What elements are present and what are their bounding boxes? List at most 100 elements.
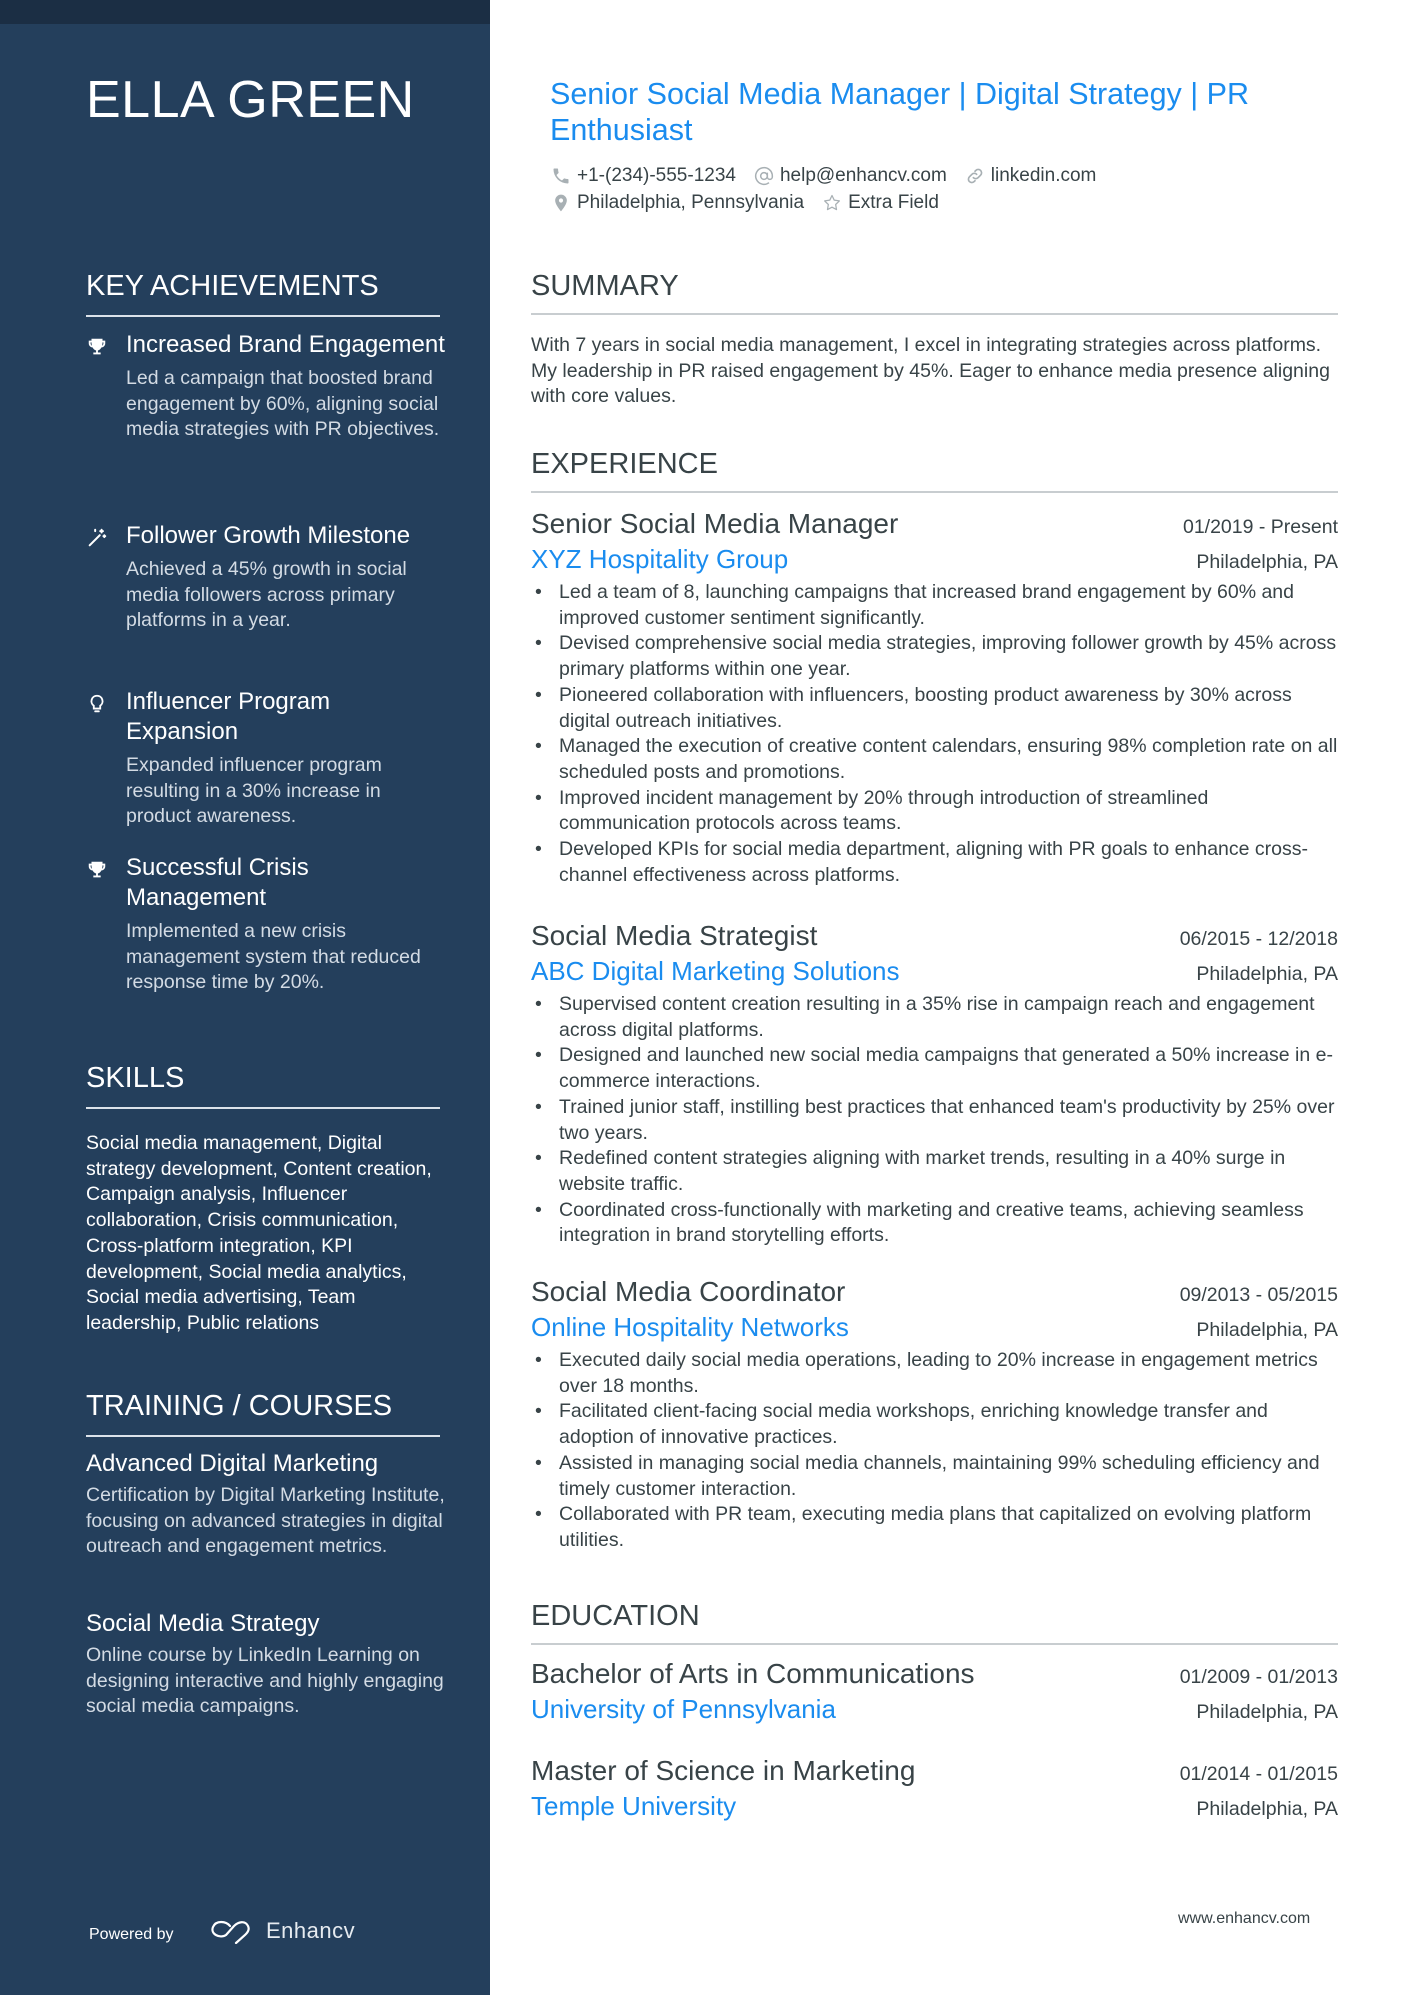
achievement-title: Follower Growth Milestone [126,522,411,549]
bullet-text: Designed and launched new social media c… [559,1044,1333,1093]
bullet-item: • Devised comprehensive social media stra… [535,632,1337,681]
achievement-description: Achieved a 45% growth in social media fo… [126,558,407,632]
lightbulb-icon [86,693,108,715]
bullet-item: • Redefined content strategies aligning w… [535,1147,1286,1195]
achievement-title: Successful Crisis Management [126,854,309,911]
achievement-title: Influencer Program Expansion [126,688,331,745]
bullet-item: • Coordinated cross-functionally with mar… [535,1198,1304,1247]
training-heading: TRAINING / COURSES [86,1390,440,1437]
bullet-item: • Improved incident management by 20% thr… [535,786,1209,835]
school-name: Temple University [531,1791,737,1821]
sidebar-top-strip [0,0,490,24]
achievement-description: Expanded influencer program resulting in… [126,754,382,828]
company-name: Online Hospitality Networks [531,1312,849,1342]
bullet-item: • Designed and launched new social media … [535,1044,1333,1093]
education-location: Philadelphia, PA [1196,1798,1338,1820]
link-text: linkedin.com [990,165,1097,186]
job-title: Senior Social Media Manager [531,508,899,539]
achievement-description: Implemented a new crisis management syst… [126,920,421,994]
course-title: Advanced Digital Marketing [86,1450,379,1477]
contact-phone: +1-(234)-555-1234 [551,165,736,187]
headline-title: Senior Social Media Manager | Digital St… [550,77,1250,147]
extra-field-text: Extra Field [848,192,939,213]
bullet-item: • Collaborated with PR team, executing me… [535,1503,1312,1551]
job-dates: 06/2015 - 12/2018 [1179,928,1338,950]
education-dates: 01/2014 - 01/2015 [1179,1763,1338,1785]
trophy-icon [86,859,108,881]
bullet-text: Supervised content creation resulting in… [559,993,1315,1041]
summary-text: With 7 years in social media management,… [531,334,1330,408]
degree-title: Master of Science in Marketing [531,1755,916,1786]
course-description: Online course by LinkedIn Learning on de… [86,1644,444,1718]
phone-icon [553,168,569,184]
bullet-text: Executed daily social media operations, … [559,1349,1318,1397]
course-description: Certification by Digital Marketing Insti… [86,1484,445,1558]
contact-link[interactable]: linkedin.com [965,165,1097,187]
job-bullets: • Led a team of 8, launching campaigns th… [531,580,1338,888]
contact-row-2: Philadelphia, Pennsylvania Extra Field [551,192,939,214]
job-bullets: • Executed daily social media operations,… [531,1348,1338,1554]
company-name: XYZ Hospitality Group [531,544,789,574]
course-item: Social Media Strategy Online course by L… [86,1609,446,1720]
bullet-text: Developed KPIs for social media departme… [559,838,1308,886]
course-title: Social Media Strategy [86,1610,320,1637]
job-title: Social Media Coordinator [531,1276,846,1307]
education-item: Master of Science in Marketing 01/2014 -… [531,1753,1338,1823]
magic-wand-icon [86,527,108,549]
bullet-text: Coordinated cross-functionally with mark… [559,1198,1304,1247]
job-title: Social Media Strategist [531,920,818,951]
location-pin-icon [555,194,567,212]
education-heading: EDUCATION [531,1600,1338,1645]
job-location: Philadelphia, PA [1196,1319,1338,1341]
contact-extra: Extra Field [822,192,939,214]
enhancv-logo[interactable]: Enhancv [208,1918,355,1944]
skills-heading: SKILLS [86,1062,440,1109]
experience-heading: EXPERIENCE [531,448,1338,493]
bullet-text: Led a team of 8, launching campaigns tha… [559,581,1295,629]
contact-location: Philadelphia, Pennsylvania [551,192,804,214]
experience-item: Social Media Coordinator 09/2013 - 05/20… [531,1274,1338,1554]
job-location: Philadelphia, PA [1196,963,1338,985]
contact-row-1: +1-(234)-555-1234 help@enhancv.com linke… [551,165,1096,187]
at-icon [754,166,774,186]
company-name: ABC Digital Marketing Solutions [531,956,900,986]
achievement-item: Follower Growth Milestone Achieved a 45%… [86,521,446,634]
bullet-text: Facilitated client-facing social media w… [559,1400,1268,1449]
degree-title: Bachelor of Arts in Communications [531,1658,975,1689]
bullet-item: • Trained junior staff, instilling best p… [535,1095,1335,1144]
job-bullets: • Supervised content creation resulting i… [531,992,1338,1249]
footer-website-link[interactable]: www.enhancv.com [1178,1910,1310,1928]
bullet-text: Improved incident management by 20% thro… [559,786,1209,835]
achievement-item: Successful Crisis Management Implemented… [86,853,446,996]
education-dates: 01/2009 - 01/2013 [1179,1666,1338,1688]
achievement-description: Led a campaign that boosted brand engage… [126,367,440,441]
bullet-item: • Pioneered collaboration with influencer… [535,683,1292,732]
enhancv-brand-name: Enhancv [266,1918,356,1943]
bullet-item: • Supervised content creation resulting i… [535,993,1315,1041]
course-item: Advanced Digital Marketing Certification… [86,1449,446,1560]
key-achievements-heading: KEY ACHIEVEMENTS [86,270,440,317]
bullet-item: • Led a team of 8, launching campaigns th… [535,581,1295,629]
bullet-item: • Assisted in managing social media chann… [535,1451,1320,1500]
experience-item: Social Media Strategist 06/2015 - 12/201… [531,918,1338,1249]
bullet-text: Pioneered collaboration with influencers… [559,683,1292,732]
powered-by-label: Powered by [89,1926,174,1943]
trophy-icon [86,336,108,358]
bullet-text: Redefined content strategies aligning wi… [559,1147,1286,1195]
bullet-item: • Executed daily social media operations,… [535,1349,1318,1397]
sidebar: ELLA GREEN KEY ACHIEVEMENTS Increased Br… [0,0,490,1995]
job-location: Philadelphia, PA [1196,551,1338,573]
bullet-item: • Developed KPIs for social media departm… [535,838,1308,886]
job-dates: 01/2019 - Present [1182,516,1338,538]
enhancv-logo-icon [211,1920,250,1944]
bullet-item: • Managed the execution of creative conte… [535,735,1338,783]
star-icon [824,194,841,211]
bullet-text: Trained junior staff, instilling best pr… [559,1095,1335,1144]
bullet-text: Assisted in managing social media channe… [559,1451,1320,1500]
achievement-item: Influencer Program Expansion Expanded in… [86,687,446,830]
contact-email[interactable]: help@enhancv.com [754,165,947,187]
candidate-name: ELLA GREEN [86,71,415,129]
location-text: Philadelphia, Pennsylvania [577,192,805,213]
phone-text: +1-(234)-555-1234 [577,165,736,186]
summary-heading: SUMMARY [531,270,1338,315]
